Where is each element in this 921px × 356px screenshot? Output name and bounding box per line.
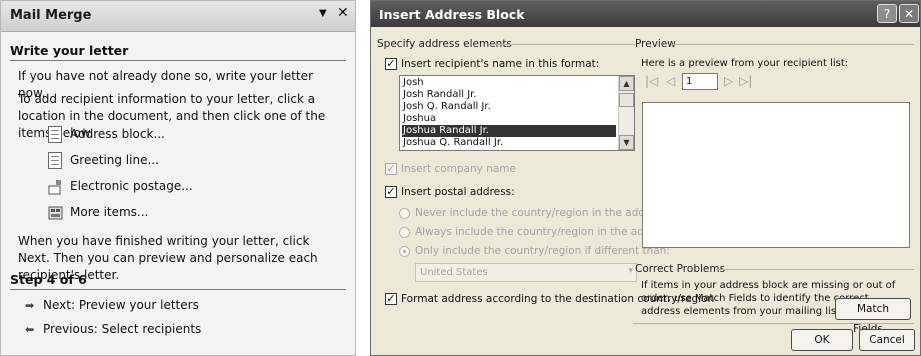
pane-title-bar: Mail Merge ▼ ✕: [1, 1, 355, 32]
group-divider: [671, 44, 914, 45]
scroll-down-icon[interactable]: ▼: [619, 135, 634, 150]
insert-company-checkbox[interactable]: ✓: [385, 163, 397, 175]
match-fields-button[interactable]: Match Fields...: [835, 298, 911, 335]
cancel-button[interactable]: Cancel: [859, 329, 915, 351]
radio-never-label: Never include the country/region in the …: [415, 207, 667, 219]
arrow-left-icon: ⬅: [25, 323, 35, 336]
group-divider: [489, 44, 635, 45]
dialog-title: Insert Address Block: [379, 7, 525, 22]
first-record-icon[interactable]: |◁: [645, 74, 658, 88]
address-preview-box: [642, 102, 910, 248]
previous-record-icon[interactable]: ◁: [666, 74, 675, 88]
insert-name-label: Insert recipient's name in this format:: [401, 58, 600, 70]
pane-close-icon[interactable]: ✕: [337, 5, 349, 21]
greeting-line-label: Greeting line...: [70, 153, 159, 167]
list-item[interactable]: Joshua Q. Randall Jr.: [402, 137, 616, 149]
chevron-down-icon: ▾: [628, 266, 633, 276]
correct-problems-label: Correct Problems: [635, 263, 726, 275]
address-block-label: Address block...: [70, 127, 165, 141]
dialog-close-icon[interactable]: ✕: [899, 4, 919, 23]
list-item[interactable]: Josh Q. Randall Jr.: [402, 101, 616, 113]
group-divider: [716, 269, 914, 270]
radio-never-country[interactable]: [399, 208, 410, 219]
postage-icon: [48, 178, 62, 195]
dialog-title-bar: Insert Address Block ? ✕: [371, 1, 920, 27]
list-item[interactable]: Josh Randall Jr.: [402, 89, 616, 101]
radio-always-country[interactable]: [399, 227, 410, 238]
radio-only-label: Only include the country/region if diffe…: [415, 245, 670, 257]
radio-always-label: Always include the country/region in the…: [415, 226, 673, 238]
mail-merge-pane: Mail Merge ▼ ✕ Write your letter If you …: [0, 0, 356, 356]
scroll-up-icon[interactable]: ▲: [619, 76, 634, 91]
last-record-icon[interactable]: ▷|: [739, 74, 752, 88]
preview-group-label: Preview: [635, 38, 676, 50]
document-icon: [48, 126, 62, 143]
name-format-list[interactable]: Josh Josh Randall Jr. Josh Q. Randall Jr…: [399, 75, 635, 151]
help-icon[interactable]: ?: [877, 4, 897, 23]
step-heading: Step 4 of 6: [10, 272, 346, 290]
insert-postal-checkbox[interactable]: ✓: [385, 186, 397, 198]
pane-title: Mail Merge: [10, 8, 92, 23]
country-select[interactable]: United States ▾: [415, 263, 637, 282]
document-icon: [48, 152, 62, 169]
next-record-icon[interactable]: ▷: [724, 74, 733, 88]
more-items-label: More items...: [70, 205, 149, 219]
previous-step-label: Previous: Select recipients: [43, 322, 202, 336]
instruction-text-2: To add recipient information to your let…: [18, 92, 326, 140]
list-item[interactable]: Josh: [402, 77, 616, 89]
insert-postal-label: Insert postal address:: [401, 186, 515, 198]
more-items-icon: [48, 204, 63, 221]
scroll-thumb[interactable]: [619, 93, 634, 107]
preview-instruction: Here is a preview from your recipient li…: [641, 58, 849, 69]
list-item[interactable]: Joshua: [402, 113, 616, 125]
list-scrollbar[interactable]: ▲ ▼: [618, 76, 634, 150]
country-select-value: United States: [420, 267, 488, 278]
group-divider: [633, 323, 914, 324]
pane-menu-dropdown-icon[interactable]: ▼: [319, 8, 327, 19]
format-address-checkbox[interactable]: ✓: [385, 293, 397, 305]
previous-step-link[interactable]: ⬅ Previous: Select recipients: [25, 322, 201, 336]
electronic-postage-label: Electronic postage...: [70, 179, 193, 193]
arrow-right-icon: ➡: [25, 299, 35, 312]
insert-company-label: Insert company name: [401, 163, 516, 175]
insert-name-checkbox[interactable]: ✓: [385, 58, 397, 70]
insert-address-block-dialog: Insert Address Block ? ✕ Specify address…: [370, 0, 921, 356]
record-number-input[interactable]: 1: [682, 73, 718, 90]
list-item-selected[interactable]: Joshua Randall Jr.: [402, 125, 616, 137]
section-heading-write-letter: Write your letter: [10, 43, 346, 61]
next-step-link[interactable]: ➡ Next: Preview your letters: [25, 298, 199, 312]
ok-button[interactable]: OK: [791, 329, 853, 351]
next-step-label: Next: Preview your letters: [43, 298, 199, 312]
radio-only-if-different[interactable]: [399, 246, 410, 257]
